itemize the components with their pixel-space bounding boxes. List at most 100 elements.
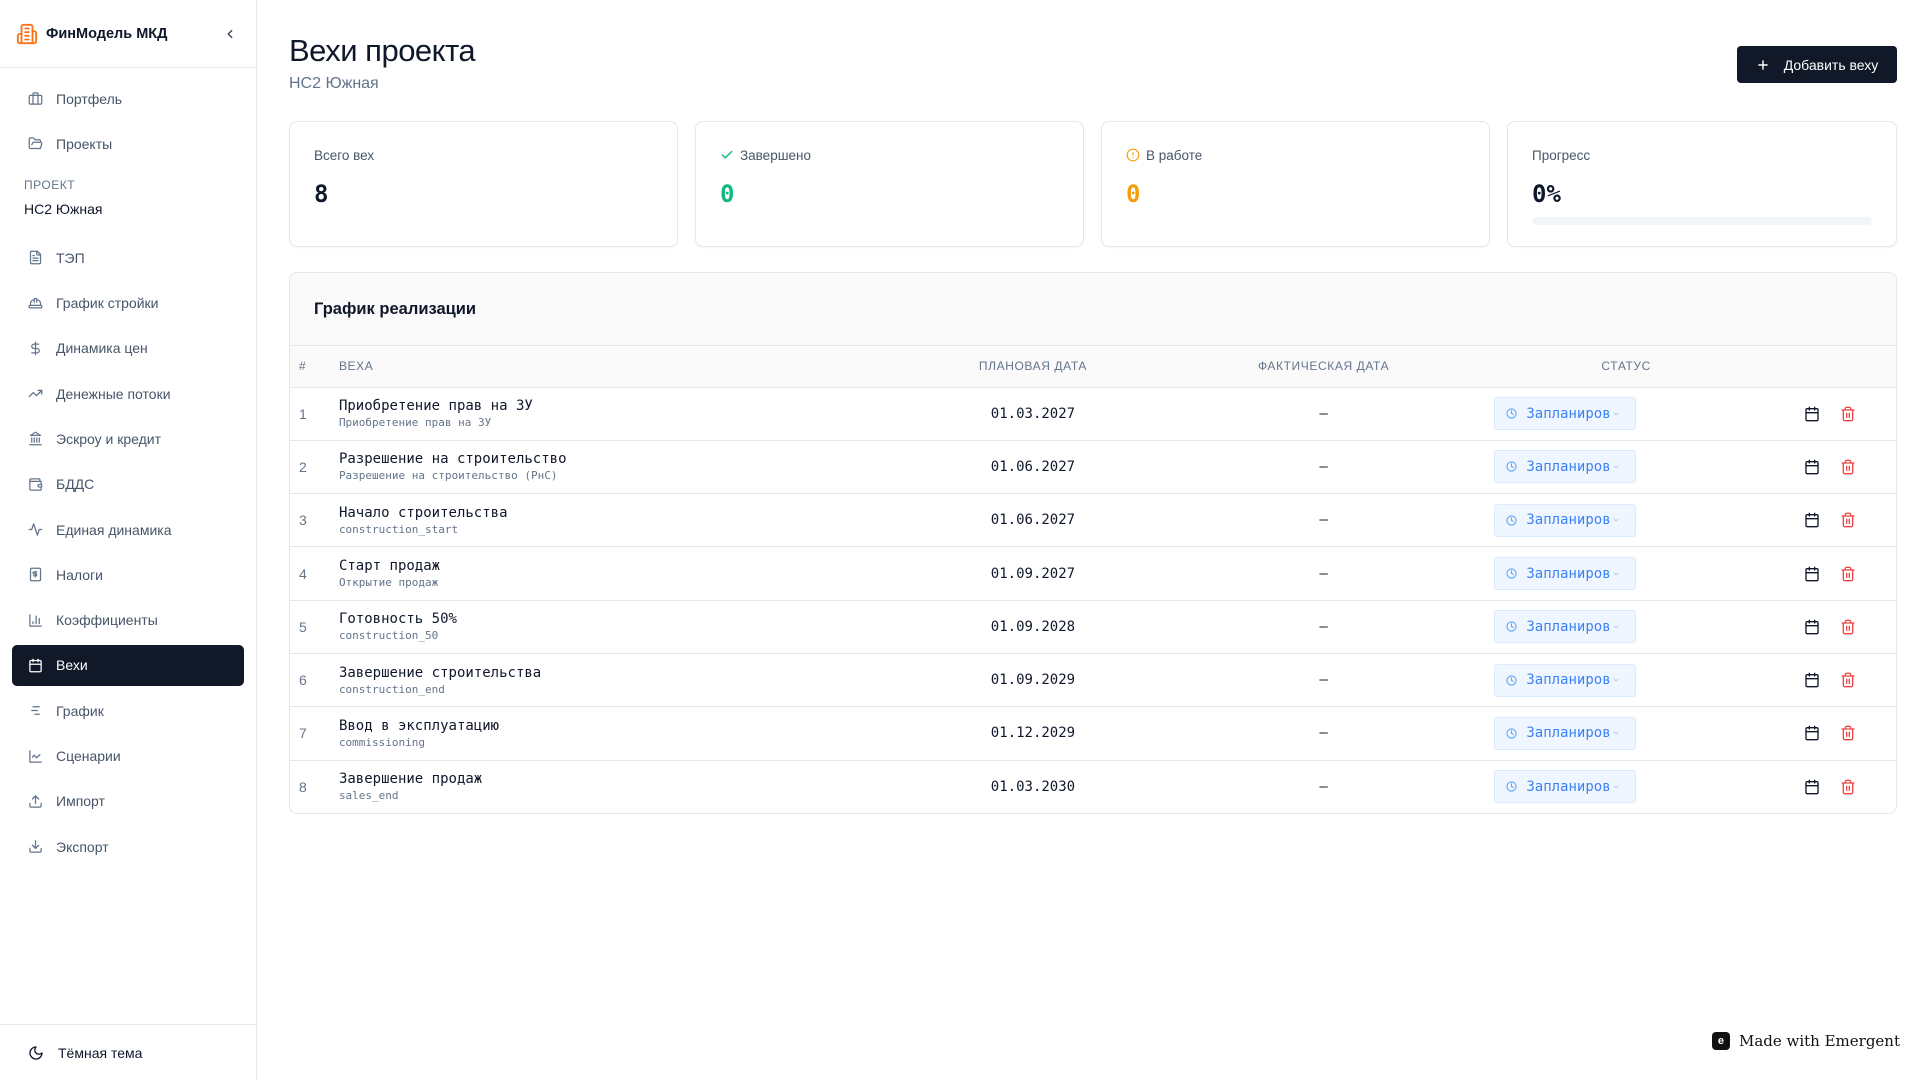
- milestone-name: Старт продаж: [338, 558, 441, 575]
- sidebar-item-taxes[interactable]: Налоги: [12, 554, 244, 595]
- page-title: Вехи проекта: [289, 33, 476, 68]
- delete-trash-icon[interactable]: [1840, 619, 1856, 635]
- set-fact-date-calendar-icon[interactable]: [1804, 779, 1820, 795]
- milestone-name: Начало строительства: [338, 504, 508, 521]
- sidebar-item-label: Динамика цен: [56, 340, 148, 357]
- milestones-card-title: График реализации: [290, 273, 1896, 346]
- set-fact-date-calendar-icon[interactable]: [1804, 512, 1820, 528]
- delete-trash-icon[interactable]: [1840, 512, 1856, 528]
- status-select[interactable]: Запланиров: [1494, 610, 1637, 644]
- sidebar-item-import[interactable]: Импорт: [12, 781, 244, 822]
- sidebar-item-bdds[interactable]: БДДС: [12, 464, 244, 505]
- table-header-row: # ВЕХА ПЛАНОВАЯ ДАТА ФАКТИЧЕСКАЯ ДАТА СТ…: [290, 346, 1896, 388]
- made-with-text: Made with Emergent: [1738, 1032, 1900, 1050]
- milestone-name: Разрешение на строительство: [338, 451, 567, 468]
- clock-icon: [1506, 728, 1517, 739]
- table-row: 1 Приобретение прав на ЗУ Приобретение п…: [290, 387, 1896, 441]
- milestone-code: commissioning: [338, 735, 426, 749]
- sidebar-item-escrow[interactable]: Эскроу и кредит: [12, 418, 244, 459]
- status-select[interactable]: Запланиров: [1494, 663, 1637, 697]
- sidebar-item-cash-flows[interactable]: Денежные потоки: [12, 373, 244, 414]
- sidebar-item-coefficients[interactable]: Коэффициенты: [12, 600, 244, 641]
- status-label: Запланиров: [1526, 618, 1611, 635]
- made-with-emergent-badge[interactable]: e Made with Emergent: [1711, 1032, 1900, 1050]
- sidebar-item-portfolio[interactable]: Портфель: [12, 78, 244, 119]
- col-num: #: [290, 346, 339, 388]
- set-fact-date-calendar-icon[interactable]: [1804, 619, 1820, 635]
- app-name: ФинМодель МКД: [46, 25, 168, 42]
- plan-date: 01.03.2027: [913, 387, 1153, 441]
- sidebar-item-milestones[interactable]: Вехи: [12, 644, 244, 686]
- milestone-code: Разрешение на строительство (РнС): [338, 469, 558, 483]
- status-select[interactable]: Запланиров: [1494, 450, 1637, 484]
- milestone-name: Ввод в эксплуатацию: [338, 717, 500, 734]
- milestone-name: Приобретение прав на ЗУ: [338, 398, 533, 415]
- set-fact-date-calendar-icon[interactable]: [1804, 459, 1820, 475]
- delete-trash-icon[interactable]: [1840, 459, 1856, 475]
- plus-icon: [1756, 58, 1770, 72]
- status-select[interactable]: Запланиров: [1494, 716, 1637, 750]
- clock-icon: [1506, 461, 1517, 473]
- table-row: 7 Ввод в эксплуатацию commissioning 01.1…: [290, 706, 1896, 761]
- plan-date: 01.12.2029: [913, 706, 1153, 761]
- chevron-down-icon: [1612, 729, 1620, 737]
- milestone-code: construction_end: [338, 682, 445, 696]
- line-chart-icon: [27, 748, 43, 764]
- chevron-left-icon[interactable]: [220, 24, 240, 44]
- sidebar-item-unified-dynamics[interactable]: Единая динамика: [12, 509, 244, 550]
- sidebar-item-price-dynamics[interactable]: Динамика цен: [12, 328, 244, 369]
- sidebar-item-gantt[interactable]: График: [12, 690, 244, 731]
- sidebar-item-tep[interactable]: ТЭП: [12, 237, 244, 278]
- sidebar-item-construction-schedule[interactable]: График стройки: [12, 283, 244, 324]
- set-fact-date-calendar-icon[interactable]: [1804, 406, 1820, 422]
- sidebar-nav: Портфель Проекты ПРОЕКТ НС2 Южная ТЭП Гр…: [0, 68, 256, 867]
- clock-icon: [1506, 515, 1517, 526]
- set-fact-date-calendar-icon[interactable]: [1804, 566, 1820, 582]
- milestone-code: Открытие продаж: [338, 576, 439, 590]
- dark-theme-label: Тёмная тема: [58, 1044, 143, 1061]
- milestone-code: Приобретение прав на ЗУ: [338, 416, 492, 430]
- milestone-code: construction_50: [338, 629, 439, 643]
- sidebar-item-label: ТЭП: [56, 249, 85, 266]
- wallet-icon: [27, 476, 43, 492]
- delete-trash-icon[interactable]: [1840, 566, 1856, 582]
- chevron-down-icon: [1612, 623, 1620, 631]
- sidebar-item-export[interactable]: Экспорт: [12, 826, 244, 867]
- plan-date: 01.06.2027: [913, 440, 1153, 495]
- status-select[interactable]: Запланиров: [1494, 557, 1637, 591]
- add-milestone-button[interactable]: Добавить веху: [1737, 46, 1897, 83]
- sidebar-item-label: Денежные потоки: [56, 385, 171, 402]
- plan-date: 01.03.2030: [990, 778, 1076, 795]
- status-select[interactable]: Запланиров: [1494, 397, 1637, 431]
- set-fact-date-calendar-icon[interactable]: [1804, 725, 1820, 741]
- dark-theme-toggle[interactable]: Тёмная тема: [0, 1024, 256, 1080]
- delete-trash-icon[interactable]: [1840, 406, 1856, 422]
- delete-trash-icon[interactable]: [1840, 779, 1856, 795]
- status-select[interactable]: Запланиров: [1494, 503, 1637, 537]
- row-number: 4: [290, 546, 339, 601]
- col-status: СТАТУС: [1494, 346, 1896, 388]
- activity-icon: [27, 522, 43, 538]
- set-fact-date-calendar-icon[interactable]: [1804, 672, 1820, 688]
- sidebar-item-projects[interactable]: Проекты: [12, 123, 244, 164]
- sidebar-item-label: Единая динамика: [56, 521, 172, 538]
- col-plan-date: ПЛАНОВАЯ ДАТА: [913, 346, 1153, 388]
- milestones-card: График реализации # ВЕХА ПЛАНОВАЯ ДАТА Ф…: [289, 272, 1897, 815]
- delete-trash-icon[interactable]: [1840, 672, 1856, 688]
- sidebar-item-scenarios[interactable]: Сценарии: [12, 736, 244, 777]
- stat-total-value: 8: [314, 180, 329, 208]
- sidebar-item-label: Сценарии: [56, 748, 121, 765]
- col-fact-date: ФАКТИЧЕСКАЯ ДАТА: [1152, 346, 1495, 388]
- brand-header: ФинМодель МКД: [0, 0, 256, 68]
- clock-icon: [1506, 674, 1517, 686]
- plan-date: 01.09.2027: [913, 546, 1153, 601]
- plan-date: 01.06.2027: [913, 493, 1153, 548]
- sidebar: ФинМодель МКД Портфель Проекты ПРОЕКТ НС…: [0, 0, 257, 1080]
- status-select[interactable]: Запланиров: [1494, 770, 1637, 804]
- milestone-name: Готовность 50%: [338, 611, 457, 628]
- stat-progress: Прогресс 0%: [1507, 121, 1897, 247]
- milestone-code: sales_end: [338, 789, 399, 803]
- status-label: Запланиров: [1526, 565, 1611, 582]
- clock-icon: [1506, 408, 1517, 419]
- delete-trash-icon[interactable]: [1840, 725, 1856, 741]
